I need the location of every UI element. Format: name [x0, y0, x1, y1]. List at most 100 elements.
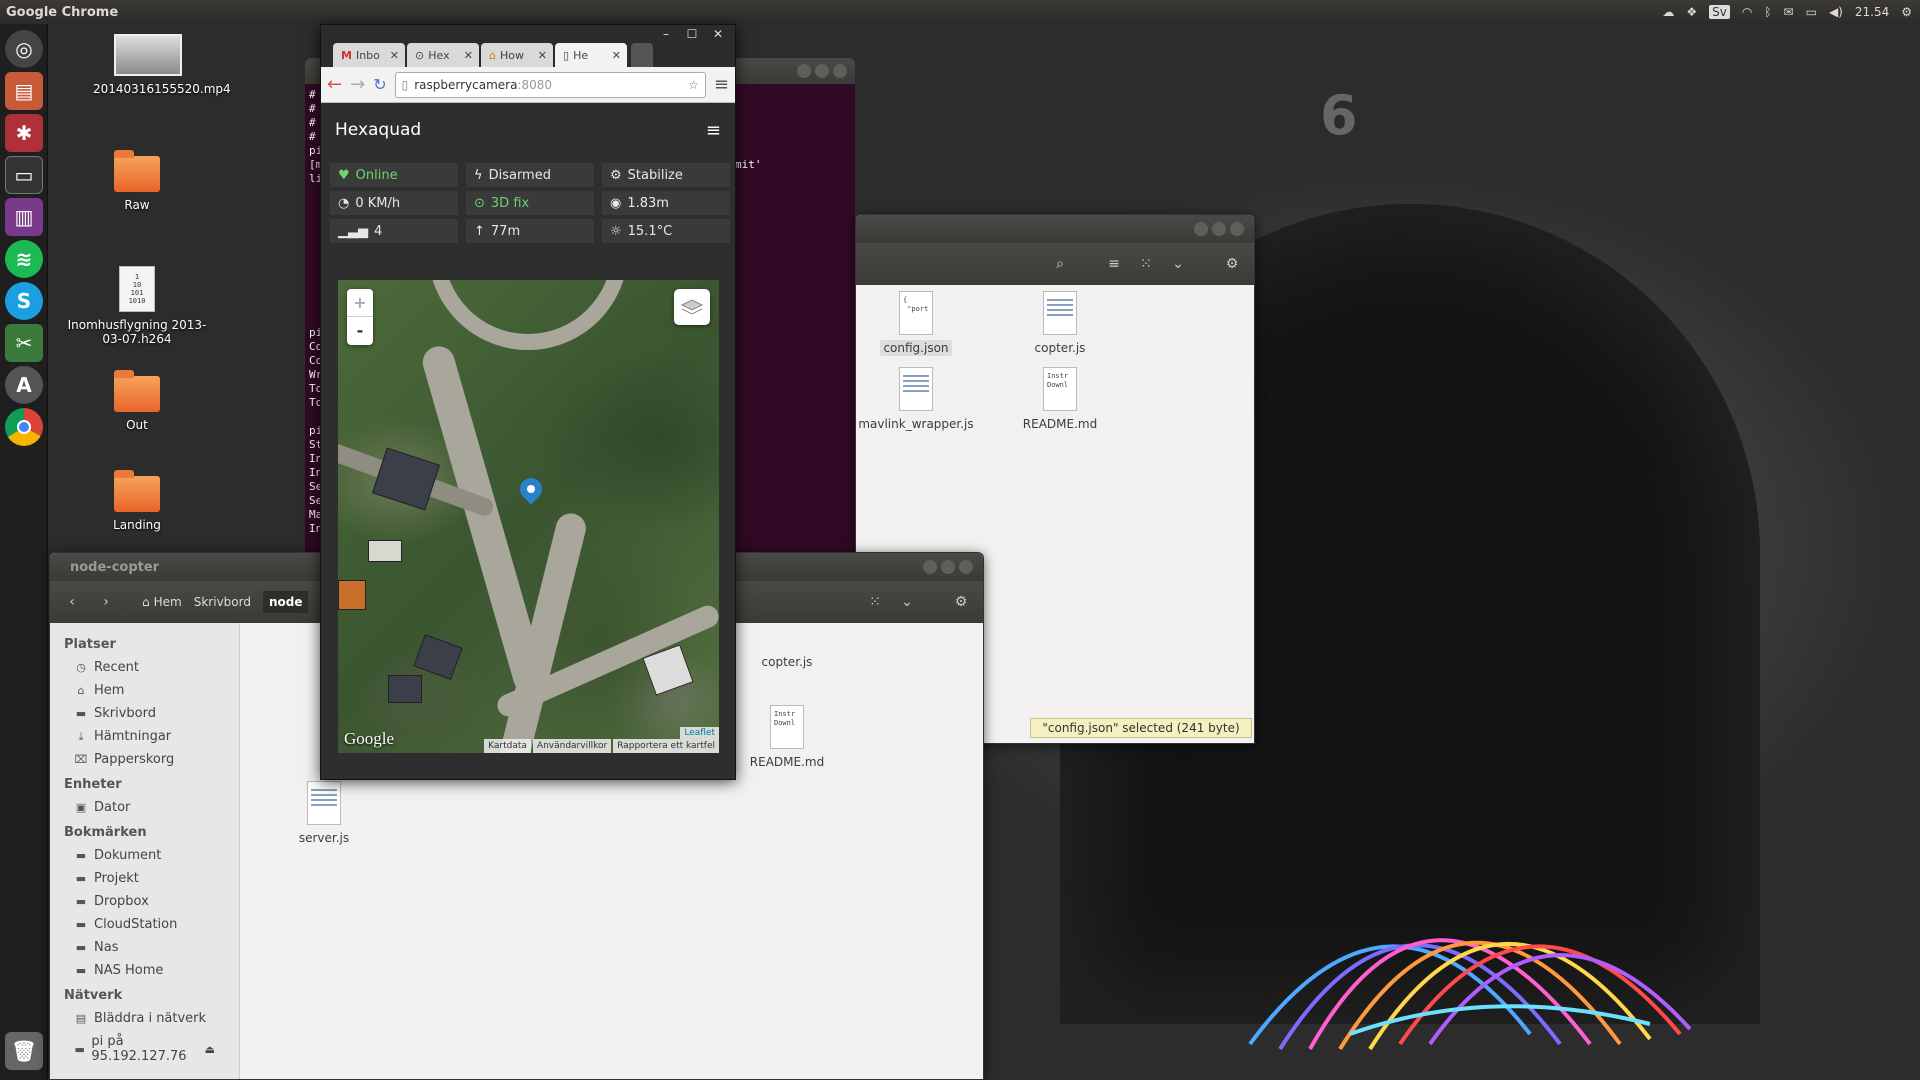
- file-readme-md[interactable]: Instr Downl README.md: [727, 705, 847, 769]
- dropbox-icon[interactable]: ❖: [1686, 5, 1697, 19]
- tab-hexaquad[interactable]: ▯ He ✕: [555, 43, 627, 67]
- layers-button[interactable]: [674, 289, 710, 325]
- sidebar-item-browse-network[interactable]: ▤ Bläddra i nätverk: [50, 1007, 239, 1030]
- file-readme-md[interactable]: Instr Downl README.md: [1000, 367, 1120, 431]
- star-icon[interactable]: ☆: [688, 78, 699, 92]
- tab-strip[interactable]: – ☐ ✕ M Inbo ✕ ⊙ Hex ✕ ⌂ How ✕ ▯ He ✕: [321, 25, 735, 67]
- report-map-error-link[interactable]: Rapportera ett kartfel: [613, 739, 719, 753]
- path-current-button[interactable]: node: [262, 591, 309, 613]
- sidebar-item-projects[interactable]: ▬ Projekt: [50, 867, 239, 890]
- maximize-button[interactable]: [1212, 222, 1226, 236]
- satellite-map[interactable]: + - Google Leaflet Kartdata Användarvill…: [338, 280, 719, 753]
- sidebar-item-nas[interactable]: ▬ Nas: [50, 936, 239, 959]
- sidebar-item-downloads[interactable]: ⤓ Hämtningar: [50, 725, 239, 748]
- forward-button[interactable]: ›: [92, 589, 120, 615]
- sidebar-item-desktop[interactable]: ▬ Skrivbord: [50, 702, 239, 725]
- tab-how[interactable]: ⌂ How ✕: [481, 43, 553, 67]
- software-center-launcher-icon[interactable]: A: [5, 366, 43, 404]
- file-mavlink-wrapper-js[interactable]: mavlink_wrapper.js: [856, 367, 976, 431]
- drone-location-marker[interactable]: [515, 473, 547, 505]
- close-icon[interactable]: ✕: [538, 49, 547, 62]
- chrome-launcher-icon[interactable]: [5, 408, 43, 446]
- desktop-icon-folder-raw[interactable]: Raw: [82, 150, 192, 212]
- minimize-button[interactable]: [1194, 222, 1208, 236]
- gear-icon[interactable]: ⚙: [1901, 5, 1912, 19]
- minimize-button[interactable]: [797, 64, 811, 78]
- chrome-menu-icon[interactable]: ≡: [714, 74, 729, 95]
- zoom-out-button[interactable]: -: [347, 317, 373, 345]
- file-server-js[interactable]: server.js: [264, 781, 384, 845]
- file-manager-launcher-icon[interactable]: ▤: [5, 72, 43, 110]
- close-icon[interactable]: ✕: [612, 49, 621, 62]
- volume-icon[interactable]: ◀): [1829, 5, 1843, 19]
- clock[interactable]: 21.54: [1855, 5, 1889, 19]
- tab-github[interactable]: ⊙ Hex ✕: [407, 43, 479, 67]
- gear-icon[interactable]: ⚙: [1218, 251, 1246, 277]
- skype-launcher-icon[interactable]: S: [5, 282, 43, 320]
- close-button[interactable]: ✕: [707, 27, 729, 41]
- battery-icon[interactable]: ▭: [1806, 5, 1817, 19]
- forward-arrow-icon[interactable]: →: [350, 74, 365, 95]
- bluetooth-icon[interactable]: ᛒ: [1764, 5, 1771, 19]
- mail-icon[interactable]: ✉: [1784, 5, 1794, 19]
- close-button[interactable]: [833, 64, 847, 78]
- sidebar-item-home[interactable]: ⌂ Hem: [50, 679, 239, 702]
- sidebar-item-recent[interactable]: ◷ Recent: [50, 656, 239, 679]
- sidebar-item-remote-pi[interactable]: ▬ pi på 95.192.127.76 ⏏: [50, 1030, 239, 1068]
- terms-link[interactable]: Användarvillkor: [532, 739, 612, 753]
- grid-view-icon[interactable]: ⁙: [1132, 251, 1160, 277]
- grid-view-icon[interactable]: ⁙: [861, 589, 889, 615]
- dash-icon[interactable]: ◎: [5, 30, 43, 68]
- file-manager-titlebar[interactable]: [856, 215, 1254, 243]
- eject-icon[interactable]: ⏏: [205, 1043, 215, 1056]
- file-config-json[interactable]: { "port config.json: [856, 291, 976, 356]
- map-data-link[interactable]: Kartdata: [484, 739, 531, 753]
- file-copter-js[interactable]: copter.js: [727, 655, 847, 669]
- sidebar-item-trash[interactable]: ⌧ Papperskorg: [50, 748, 239, 771]
- spotify-launcher-icon[interactable]: ≋: [5, 240, 43, 278]
- wifi-icon[interactable]: ◠: [1742, 5, 1752, 19]
- menu-icon[interactable]: ≡: [706, 120, 721, 141]
- new-tab-button[interactable]: [631, 43, 653, 67]
- terminal-launcher-icon[interactable]: ▭: [5, 156, 43, 194]
- gear-icon[interactable]: ⚙: [947, 589, 975, 615]
- minimize-button[interactable]: [923, 560, 937, 574]
- sidebar-item-cloudstation[interactable]: ▬ CloudStation: [50, 913, 239, 936]
- zoom-in-button[interactable]: +: [347, 289, 373, 317]
- system-settings-launcher-icon[interactable]: ✱: [5, 114, 43, 152]
- sidebar-item-dropbox[interactable]: ▬ Dropbox: [50, 890, 239, 913]
- close-button[interactable]: [1230, 222, 1244, 236]
- reload-icon[interactable]: ↻: [373, 75, 386, 94]
- weather-icon[interactable]: ☁: [1662, 5, 1674, 19]
- minimize-button[interactable]: –: [655, 27, 677, 41]
- file-copter-js[interactable]: copter.js: [1000, 291, 1120, 355]
- back-arrow-icon[interactable]: ←: [327, 74, 342, 95]
- close-icon[interactable]: ✕: [464, 49, 473, 62]
- search-icon[interactable]: ⌕: [1046, 251, 1074, 277]
- maximize-button[interactable]: [815, 64, 829, 78]
- chevron-down-icon[interactable]: ⌄: [893, 589, 921, 615]
- desktop-icon-h264[interactable]: 1 10 101 1010 Inomhusflygning 2013-03-07…: [62, 266, 212, 346]
- list-view-icon[interactable]: ≡: [1100, 251, 1128, 277]
- address-bar[interactable]: ▯ raspberrycamera:8080 ☆: [394, 71, 706, 98]
- desktop-icon-video[interactable]: 20140316155520.mp4: [93, 34, 231, 96]
- back-button[interactable]: ‹: [58, 589, 86, 615]
- chrome-window[interactable]: – ☐ ✕ M Inbo ✕ ⊙ Hex ✕ ⌂ How ✕ ▯ He ✕ ← → ↻ ▯ ra…: [320, 24, 736, 780]
- close-icon[interactable]: ✕: [390, 49, 399, 62]
- path-home-button[interactable]: ⌂ Hem: [142, 595, 182, 609]
- path-desktop-button[interactable]: Skrivbord: [188, 595, 257, 609]
- leaflet-link[interactable]: Leaflet: [680, 727, 719, 739]
- workspace-switcher-icon[interactable]: ▥: [5, 198, 43, 236]
- sidebar-item-computer[interactable]: ▣ Dator: [50, 796, 239, 819]
- tab-inbox[interactable]: M Inbo ✕: [333, 43, 405, 67]
- desktop-icon-folder-out[interactable]: Out: [82, 370, 192, 432]
- sidebar-item-nas-home[interactable]: ▬ NAS Home: [50, 959, 239, 982]
- sidebar-item-documents[interactable]: ▬ Dokument: [50, 844, 239, 867]
- maximize-button[interactable]: [941, 560, 955, 574]
- close-button[interactable]: [959, 560, 973, 574]
- desktop-icon-folder-landing[interactable]: Landing: [82, 470, 192, 532]
- maximize-button[interactable]: ☐: [681, 27, 703, 41]
- keyboard-layout[interactable]: Sv: [1709, 5, 1730, 19]
- tools-launcher-icon[interactable]: ✂: [5, 324, 43, 362]
- trash-launcher-icon[interactable]: 🗑: [5, 1032, 43, 1070]
